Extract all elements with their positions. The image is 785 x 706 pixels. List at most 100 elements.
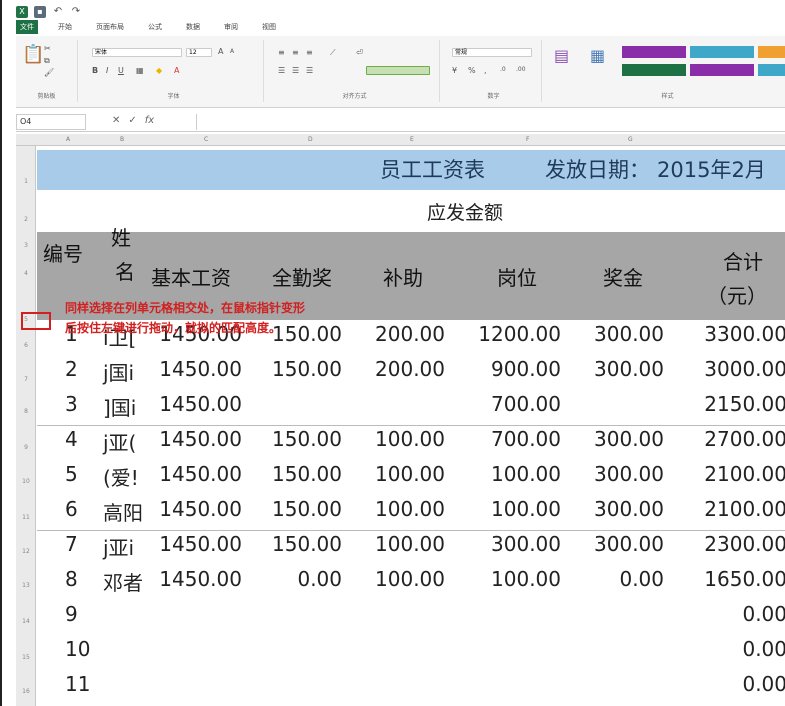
cell-attendance[interactable]: 150.00	[272, 497, 342, 521]
cell-base[interactable]: 1450.00	[159, 567, 242, 591]
row-header[interactable]: 9	[16, 444, 36, 451]
tab-data[interactable]: 数据	[182, 20, 204, 34]
row-header[interactable]: 14	[16, 618, 36, 625]
cell-id[interactable]: 4	[65, 427, 78, 451]
table-row[interactable]: 5 (爱! 1450.00 150.00 100.00 100.00 300.00 2100.…	[37, 460, 785, 495]
tab-formulas[interactable]: 公式	[144, 20, 166, 34]
cell-id[interactable]: 3	[65, 392, 78, 416]
row-header[interactable]: 2	[16, 216, 36, 223]
underline-icon[interactable]: U	[118, 66, 124, 75]
column-header-b[interactable]: B	[120, 134, 124, 146]
column-header-c[interactable]: C	[204, 134, 208, 146]
format-painter-icon[interactable]: 🖌	[44, 68, 54, 77]
cell-total[interactable]: 1650.00	[704, 567, 785, 591]
merge-center-button[interactable]	[366, 66, 430, 75]
table-row[interactable]: 3 ]国i 1450.00 700.00 2150.00	[37, 390, 785, 425]
cell-base[interactable]: 1450.00	[159, 392, 242, 416]
cell-name[interactable]: ]国i	[103, 392, 136, 421]
align-left-icon[interactable]: ☰	[278, 66, 285, 75]
undo-icon[interactable]: ↶	[52, 6, 64, 18]
row-header[interactable]: 3	[16, 242, 36, 249]
table-row[interactable]: 11 0.00	[37, 670, 785, 705]
table-row[interactable]: 7 j亚i 1450.00 150.00 100.00 300.00 300.00 2300.…	[37, 530, 785, 565]
comma-icon[interactable]: ,	[484, 66, 487, 75]
tab-file[interactable]: 文件	[16, 20, 38, 34]
row-header[interactable]: 4	[16, 270, 36, 277]
column-header-g[interactable]: G	[628, 134, 633, 146]
cell-total[interactable]: 2100.00	[704, 462, 785, 486]
redo-icon[interactable]: ↷	[70, 6, 82, 18]
column-header-d[interactable]: D	[308, 134, 313, 146]
tab-page-layout[interactable]: 页面布局	[92, 20, 128, 34]
cell-id[interactable]: 6	[65, 497, 78, 521]
cell-subsidy[interactable]: 200.00	[375, 357, 445, 381]
cell-id[interactable]: 8	[65, 567, 78, 591]
cell-bonus[interactable]: 300.00	[594, 322, 664, 346]
number-format-select[interactable]: 常规	[452, 48, 532, 57]
tab-home[interactable]: 开始	[54, 20, 76, 34]
cell-name[interactable]: j亚(	[103, 427, 136, 456]
cell-position[interactable]: 100.00	[491, 462, 561, 486]
border-icon[interactable]: ▦	[136, 66, 144, 75]
cell-name[interactable]: j亚i	[103, 532, 134, 561]
cell-style-5[interactable]	[690, 64, 754, 76]
cell-attendance[interactable]: 150.00	[272, 427, 342, 451]
column-header-a[interactable]: A	[66, 134, 70, 146]
conditional-format-icon[interactable]: ▤	[554, 46, 569, 65]
function-icon[interactable]: fx	[145, 115, 154, 126]
row-header[interactable]: 1	[16, 178, 36, 185]
cell-position[interactable]: 1200.00	[478, 322, 561, 346]
cell-base[interactable]: 1450.00	[159, 497, 242, 521]
cell-bonus[interactable]: 300.00	[594, 462, 664, 486]
cell-style-6[interactable]	[758, 64, 785, 76]
column-header-e[interactable]: E	[410, 134, 414, 146]
align-middle-icon[interactable]: ≡	[292, 48, 299, 57]
row-header[interactable]: 7	[16, 376, 36, 383]
cell-base[interactable]: 1450.00	[159, 462, 242, 486]
cell-attendance[interactable]: 150.00	[272, 532, 342, 556]
cell-total[interactable]: 0.00	[742, 637, 785, 661]
cell-attendance[interactable]: 150.00	[272, 357, 342, 381]
cell-style-2[interactable]	[690, 46, 754, 58]
cell-bonus[interactable]: 300.00	[594, 532, 664, 556]
format-as-table-icon[interactable]: ▦	[590, 46, 605, 65]
cell-subsidy[interactable]: 100.00	[375, 497, 445, 521]
cell-total[interactable]: 2700.00	[704, 427, 785, 451]
cell-subsidy[interactable]: 100.00	[375, 567, 445, 591]
row-header[interactable]: 10	[16, 478, 36, 485]
cell-name[interactable]: (爱!	[103, 462, 139, 491]
cell-subsidy[interactable]: 100.00	[375, 532, 445, 556]
cancel-icon[interactable]: ✕	[112, 115, 120, 126]
cell-base[interactable]: 1450.00	[159, 532, 242, 556]
tab-review[interactable]: 审阅	[220, 20, 242, 34]
table-row[interactable]: 6 高阳 1450.00 150.00 100.00 100.00 300.00 2100.0…	[37, 495, 785, 530]
decrease-decimal-icon[interactable]: .00	[516, 66, 526, 73]
cell-bonus[interactable]: 300.00	[594, 357, 664, 381]
row-header[interactable]: 13	[16, 582, 36, 589]
table-row[interactable]: 4 j亚(1450.00 150.00 100.00 700.00 300.00 2700.…	[37, 425, 785, 460]
align-center-icon[interactable]: ☰	[292, 66, 299, 75]
cell-total[interactable]: 2300.00	[704, 532, 785, 556]
row-header[interactable]: 6	[16, 342, 36, 349]
cell-total[interactable]: 0.00	[742, 672, 785, 696]
cell-total[interactable]: 0.00	[742, 602, 785, 626]
grow-font-icon[interactable]: A	[218, 47, 223, 56]
cell-base[interactable]: 1450.00	[159, 357, 242, 381]
shrink-font-icon[interactable]: A	[230, 48, 234, 55]
cell-total[interactable]: 2150.00	[704, 392, 785, 416]
cell-attendance[interactable]: 150.00	[272, 462, 342, 486]
paste-icon[interactable]: 📋	[22, 44, 44, 65]
fill-color-icon[interactable]: ◆	[156, 66, 162, 75]
table-row[interactable]: 10 0.00	[37, 635, 785, 670]
cell-name[interactable]: 邓者	[103, 567, 143, 596]
tab-view[interactable]: 视图	[258, 20, 280, 34]
column-header-f[interactable]: F	[526, 134, 529, 146]
cell-id[interactable]: 2	[65, 357, 78, 381]
cell-name[interactable]: 高阳	[103, 497, 143, 526]
cell-position[interactable]: 700.00	[491, 427, 561, 451]
cell-subsidy[interactable]: 100.00	[375, 462, 445, 486]
cell-position[interactable]: 700.00	[491, 392, 561, 416]
row-header[interactable]: 15	[16, 654, 36, 661]
cell-position[interactable]: 300.00	[491, 532, 561, 556]
font-size-select[interactable]: 12	[186, 48, 212, 57]
